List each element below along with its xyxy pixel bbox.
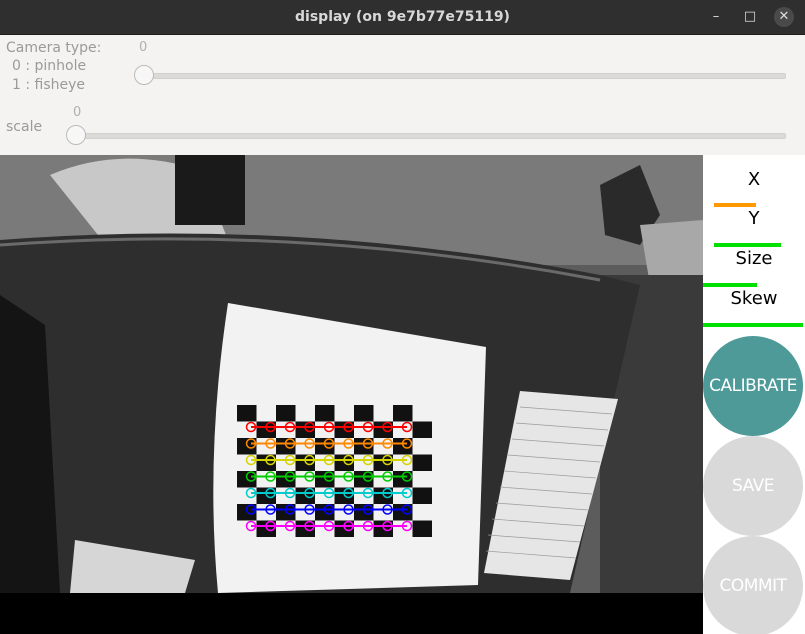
scale-value: 0 [73,105,82,120]
scale-slider-handle[interactable] [66,125,86,145]
window-title: display (on 9e7b77e75119) [295,9,510,25]
scale-slider-track[interactable] [74,133,786,139]
x-coverage-label: X [747,169,761,190]
calibrate-button[interactable]: CALIBRATE [703,336,803,436]
skew-coverage-bar [703,323,803,327]
camera-type-slider-track[interactable] [142,73,786,79]
skew-coverage-label: Skew [730,288,778,309]
letterbox-bar [0,593,703,634]
title-bar: display (on 9e7b77e75119) – □ ✕ [0,0,805,35]
save-button[interactable]: SAVE [703,436,803,536]
close-button[interactable]: ✕ [774,7,794,27]
trackbar-panel: Camera type: 0 : pinhole 1 : fisheye 0 s… [0,35,805,155]
chair-back [175,155,245,225]
checker-square [412,454,432,471]
checker-square [237,405,257,422]
checker-square [412,487,432,504]
commit-button[interactable]: COMMIT [703,536,803,634]
y-coverage-bar [714,243,781,247]
y-coverage-label: Y [748,208,760,229]
camera-type-slider-handle[interactable] [134,65,154,85]
maximize-button[interactable]: □ [740,7,760,27]
checker-square [354,405,374,422]
size-coverage-bar [703,283,757,287]
camera-type-option-fisheye: 1 : fisheye [12,77,86,93]
checker-square [412,520,432,537]
camera-type-label: Camera type: [6,40,102,56]
checker-square [276,405,296,422]
camera-type-value: 0 [139,40,148,55]
calibration-sidebar: X Y Size Skew CALIBRATE SAVE COMMIT [703,155,805,634]
size-coverage-label: Size [735,248,773,269]
detected-corners-overlay [245,421,413,532]
scale-label: scale [6,119,43,135]
camera-type-option-pinhole: 0 : pinhole [12,58,87,74]
camera-view [0,155,703,634]
camera-image [0,155,703,634]
x-coverage-bar [714,203,756,207]
checker-square [393,405,413,422]
minimize-button[interactable]: – [706,7,726,27]
checker-square [315,405,335,422]
checker-square [412,421,432,438]
